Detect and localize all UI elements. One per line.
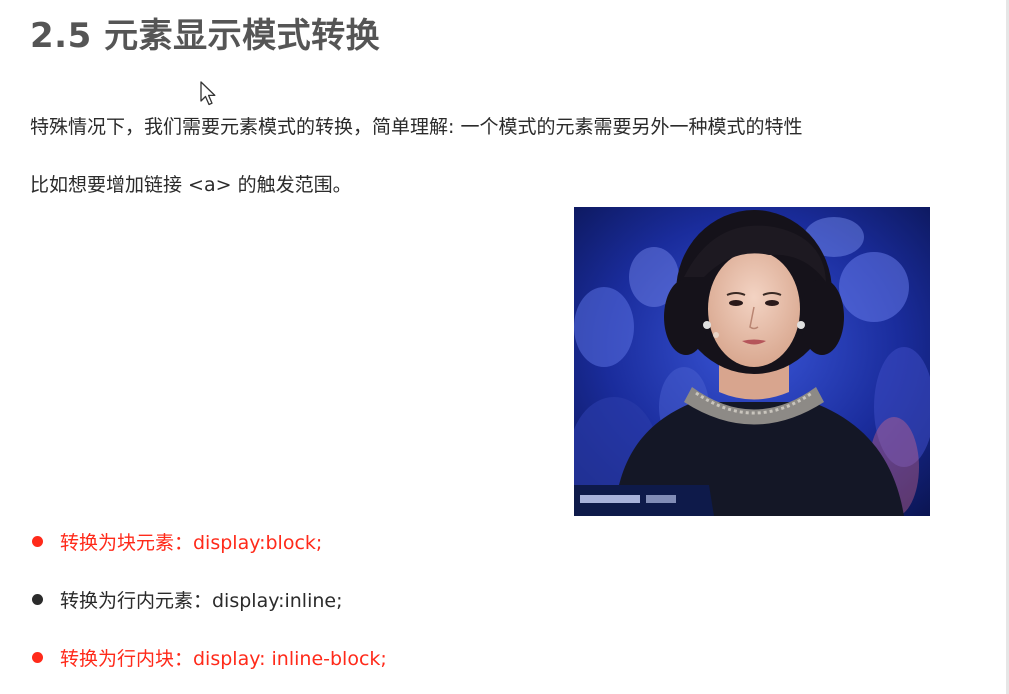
slide-title: 2.5 元素显示模式转换 bbox=[30, 16, 381, 56]
list-item: 转换为行内元素：display:inline; bbox=[30, 570, 387, 628]
bullet-text: 转换为行内块：display: inline-block; bbox=[60, 647, 387, 670]
presenter-photo bbox=[574, 207, 930, 516]
list-item: 转换为行内块：display: inline-block; bbox=[30, 628, 387, 686]
display-conversion-list: 转换为块元素：display:block; 转换为行内元素：display:in… bbox=[30, 512, 387, 686]
mouse-pointer-icon bbox=[199, 80, 219, 108]
paragraph-example: 比如想要增加链接 <a> 的触发范围。 bbox=[30, 174, 352, 196]
bullet-dot-icon bbox=[32, 651, 43, 663]
bullet-dot-icon bbox=[32, 593, 43, 605]
bullet-text: 转换为块元素：display:block; bbox=[60, 531, 323, 554]
list-item: 转换为块元素：display:block; bbox=[30, 512, 387, 570]
paragraph-intro: 特殊情况下，我们需要元素模式的转换，简单理解: 一个模式的元素需要另外一种模式的… bbox=[30, 116, 803, 138]
bullet-dot-icon bbox=[32, 535, 43, 547]
bullet-text: 转换为行内元素：display:inline; bbox=[60, 589, 343, 612]
